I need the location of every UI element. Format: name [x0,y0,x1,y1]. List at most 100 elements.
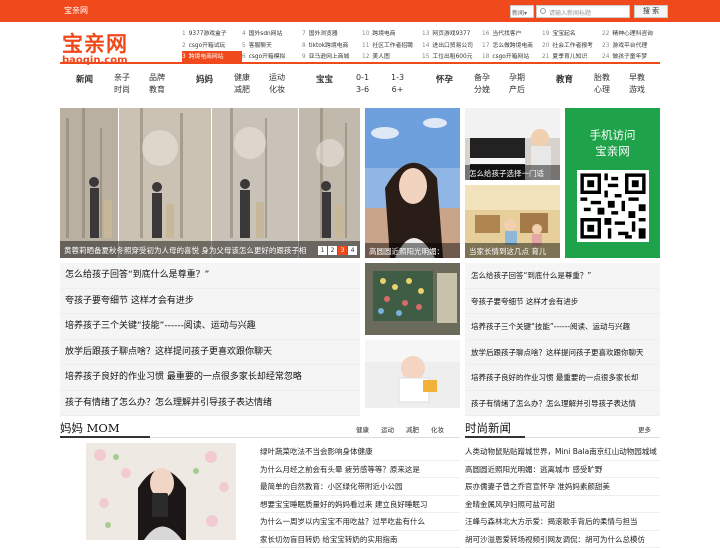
nav-preg-period[interactable]: 孕期产后 [509,72,525,96]
nav-prenatal[interactable]: 胎教心理 [594,72,610,96]
slideshow-caption[interactable]: 黄蓉莉晒备夏秋冬照穿受初为人母的喜悦 身为父母该怎么更好的跟孩子相 [60,241,360,258]
photo-piano-caption: 怎么给孩子选择一门适 [465,165,560,180]
site-logo[interactable]: 宝亲网 baoqin.com [62,28,128,66]
search-button[interactable]: 搜 索 [634,5,668,18]
photo-piano[interactable]: 怎么给孩子选择一门适 [465,108,560,180]
list-item[interactable]: 放学后跟孩子聊点啥？这样提问孩子更喜欢跟你聊天 [465,340,660,366]
photo-mom[interactable] [86,443,236,540]
nav-age-1-3[interactable]: 1-36+ [391,72,404,96]
nav-early-edu[interactable]: 早教游戏 [629,72,645,96]
nav-parent-child[interactable]: 亲子时尚 [114,72,130,96]
nav-news[interactable]: 新闻 [76,74,93,86]
search-box: 新闻▾ 请输入新闻标题 搜 索 [510,5,660,18]
nav-health[interactable]: 健康减肥 [234,72,250,96]
tab-health[interactable]: 健康 [356,424,369,434]
header-divider [60,62,660,64]
list-item[interactable]: 夸孩子要夸细节 这样才会有进步 [60,289,360,315]
hot-link[interactable]: 24做孩子童年梦 [602,51,662,63]
nav-pregnancy[interactable]: 怀孕 [436,74,453,86]
news-section-tabs: 更多 [638,424,651,434]
qr-code-icon [577,170,649,242]
hot-links: 19377游戏盒子 4国外sdn网站 7国外浏览器 10跨境电商 13网页游戏9… [182,28,662,63]
more-link[interactable]: 更多 [638,424,651,434]
mobile-access-title: 手机访问 [565,127,660,143]
list-item[interactable]: 人类动物鼠贴贴蹭城世界，Mini Bala南京红山动物园城域 [465,443,660,461]
slide-page-3[interactable]: 3 [338,246,347,255]
list-item[interactable]: 汪峰与森林北大方示爱：揭滚歌手背后的柔情与担当 [465,513,660,531]
hot-link[interactable]: 6csgo开箱模拟 [242,51,302,63]
hot-link[interactable]: 17怎么做跨境电商 [482,40,542,52]
list-item[interactable]: 胡可沙溢恩爱转场视频引网友调侃：胡可为什么总模仿 [465,531,660,548]
slide-page-1[interactable]: 1 [318,246,327,255]
mom-section-underline [60,436,150,438]
photo-classroom[interactable] [365,263,460,335]
list-item[interactable]: 最简单的自然教育：小区绿化带附近小公园 [260,478,460,496]
search-input[interactable]: 请输入新闻标题 [536,5,630,18]
list-item[interactable]: 高圆圆近照阳光明媚：逃离城市 感受旷野 [465,461,660,479]
list-item[interactable]: 培养孩子良好的作业习惯 最重要的一点很多家长却 [465,365,660,391]
hot-link[interactable]: 20社会工作者报考 [542,40,602,52]
hot-link[interactable]: 9亚马逊网上商城 [302,51,362,63]
hot-link[interactable]: 2csgo开箱试玩 [182,40,242,52]
photo-kids-caption: 当家长情到这几点 育儿 [465,243,560,258]
list-item[interactable]: 培养孩子三个关键“技能”------阅读、运动与兴趣 [465,314,660,340]
list-item[interactable]: 培养孩子良好的作业习惯 最重要的一点很多家长却经常忽略 [60,365,360,391]
hot-link[interactable]: 5客服聊天 [242,40,302,52]
nav-education[interactable]: 教育 [556,74,573,86]
nav-age-0-1[interactable]: 0-13-6 [356,72,369,96]
photo-woman[interactable]: 高圆圆近照阳光明媚： [365,108,460,258]
mom-section-title[interactable]: 妈妈 MOM [60,420,120,436]
list-item[interactable]: 怎么给孩子回答“到底什么是尊重？” [465,263,660,289]
tab-makeup[interactable]: 化妆 [431,424,444,434]
nav-prep[interactable]: 备孕分娩 [474,72,490,96]
list-item[interactable]: 绿叶蔬菜吃法不当会影响身体健康 [260,443,460,461]
hot-link[interactable]: 19宝宝起名 [542,28,602,40]
top-site-name[interactable]: 宝亲网 [64,5,88,16]
hot-link[interactable]: 7国外浏览器 [302,28,362,40]
tab-sport[interactable]: 运动 [381,424,394,434]
slideshow-image [60,108,360,258]
search-scope-select[interactable]: 新闻▾ [510,5,534,18]
tab-diet[interactable]: 减肥 [406,424,419,434]
photo-baby[interactable] [365,340,460,408]
list-item[interactable]: 金晴金属风孕妇照可盐可甜 [465,496,660,514]
list-item[interactable]: 家长切勿盲目转奶 给宝宝转奶的实用指南 [260,531,460,548]
hot-link[interactable]: 21夏季育儿知识 [542,51,602,63]
list-item[interactable]: 夸孩子要夸细节 这样才会有进步 [465,289,660,315]
hot-link[interactable]: 13网页游戏9377 [422,28,482,40]
hot-link[interactable]: 18csgo开箱网站 [482,51,542,63]
main-nav: 新闻 亲子时尚 品牌教育 妈妈 健康减肥 运动化妆 宝宝 0-13-6 1-36… [60,70,660,100]
hot-link[interactable]: 10跨境电商 [362,28,422,40]
hot-link[interactable]: 11社区工作者招聘 [362,40,422,52]
list-item[interactable]: 培养孩子三个关键“技能”------阅读、运动与兴趣 [60,314,360,340]
slide-page-4[interactable]: 4 [348,246,357,255]
nav-baby[interactable]: 宝宝 [316,74,333,86]
list-item[interactable]: 想要宝宝睡眠质量好的妈妈看过来 建立良好睡眠习 [260,496,460,514]
hot-link[interactable]: 14进出口贸易公司 [422,40,482,52]
list-item[interactable]: 为什么一周岁以内宝宝不用吃盐？过早吃盐有什么 [260,513,460,531]
hot-link[interactable]: 23游戏平台代理 [602,40,662,52]
list-item[interactable]: 为什么月经之前会有头晕 疲劳感等等？原来这是 [260,461,460,479]
hot-link-highlighted[interactable]: 3跨境电商网站 [182,51,242,63]
hot-link[interactable]: 22精神心理科咨询 [602,28,662,40]
slide-page-2[interactable]: 2 [328,246,337,255]
hot-link[interactable]: 12美人图 [362,51,422,63]
photo-kids[interactable]: 当家长情到这几点 育儿 [465,185,560,258]
hot-link[interactable]: 19377游戏盒子 [182,28,242,40]
nav-sport[interactable]: 运动化妆 [269,72,285,96]
list-item[interactable]: 孩子有情绪了怎么办？怎么理解并引导孩子表达情绪 [60,391,360,417]
nav-mom[interactable]: 妈妈 [196,74,213,86]
news-section-title[interactable]: 时尚新闻 [465,420,511,436]
nav-brand[interactable]: 品牌教育 [149,72,165,96]
hot-link[interactable]: 15工位出租600元 [422,51,482,63]
list-item[interactable]: 放学后跟孩子聊点啥？这样提问孩子更喜欢跟你聊天 [60,340,360,366]
featured-slideshow[interactable]: 黄蓉莉晒备夏秋冬照穿受初为人母的喜悦 身为父母该怎么更好的跟孩子相 1 2 3 … [60,108,360,258]
logo-domain: baoqin.com [62,55,128,66]
hot-links-row: 2csgo开箱试玩 5客服聊天 8tiktok跨境电商 11社区工作者招聘 14… [182,40,662,52]
list-item[interactable]: 辰亦儒妻子曾之乔官宣怀孕 准妈妈素颜甜美 [465,478,660,496]
hot-link[interactable]: 16当代找客户 [482,28,542,40]
list-item[interactable]: 怎么给孩子回答“到底什么是尊重？” [60,263,360,289]
hot-link[interactable]: 8tiktok跨境电商 [302,40,362,52]
list-item[interactable]: 孩子有情绪了怎么办？怎么理解并引导孩子表达情 [465,391,660,417]
hot-link[interactable]: 4国外sdn网站 [242,28,302,40]
